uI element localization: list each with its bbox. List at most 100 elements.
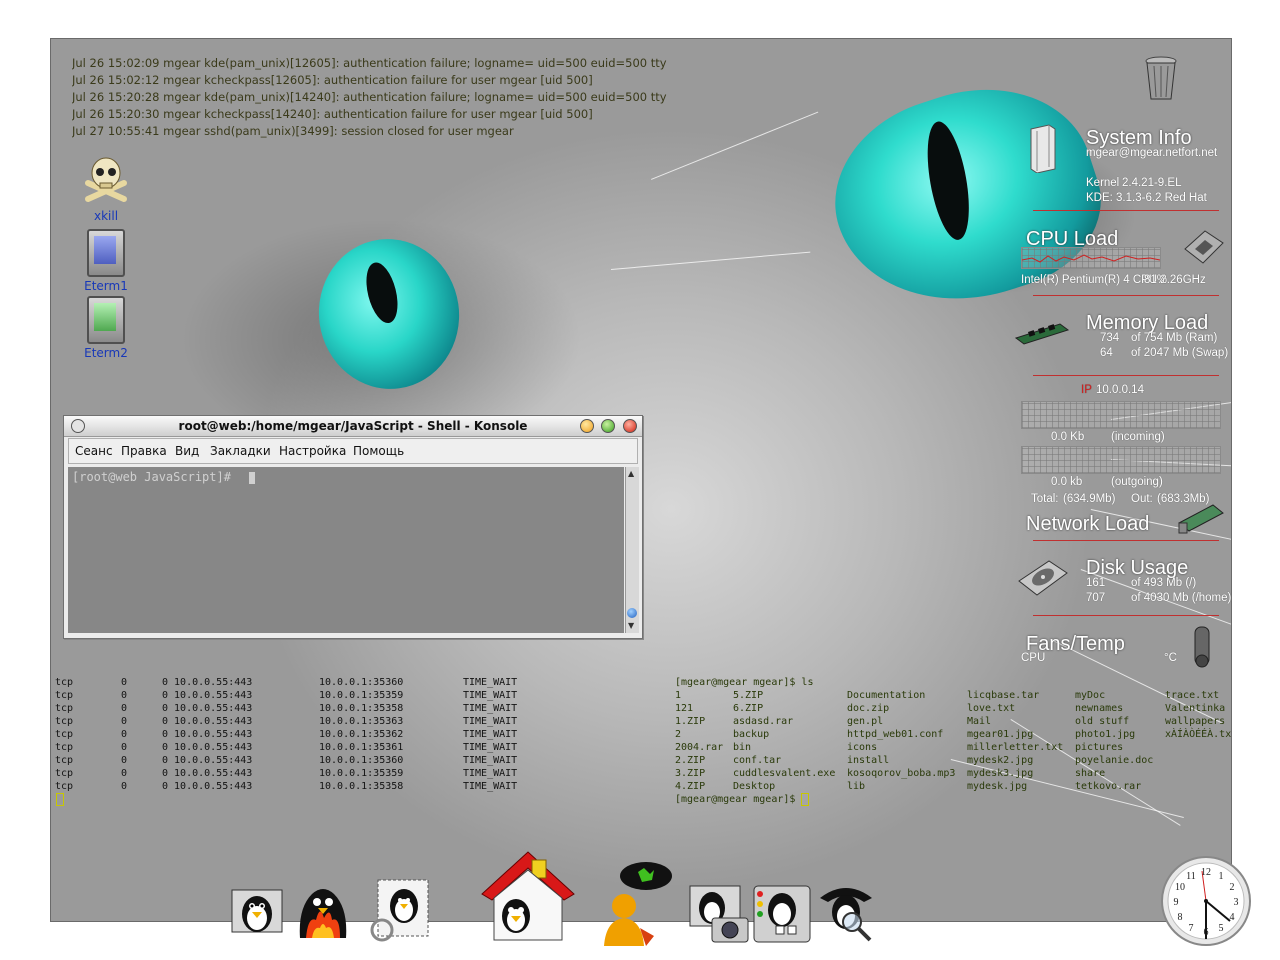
ls-prompt: [mgear@mgear mgear]$ (675, 794, 796, 805)
ls-entry: wallpapers (1165, 716, 1226, 727)
cpu-chip-icon (1184, 230, 1224, 264)
right-cat-eye (810, 58, 1122, 335)
outgoing-graph (1021, 446, 1221, 474)
netstat-cell: 0 (121, 716, 128, 727)
tux-camera-icon[interactable] (688, 884, 750, 944)
close-button[interactable] (623, 419, 637, 433)
netstat-cell: tcp (55, 716, 74, 727)
clock-number: 6 (1204, 927, 1209, 938)
netstat-cell: tcp (55, 742, 74, 753)
desktop[interactable]: Jul 26 15:02:09 mgear kde(pam_unix)[1260… (50, 38, 1232, 922)
ls-entry: icons (847, 742, 878, 753)
netstat-cell: 0 10.0.0.55:443 (162, 690, 253, 701)
scroll-down-icon[interactable]: ▼ (628, 621, 634, 630)
terminal-icon (87, 229, 125, 277)
ls-entry: mgear01.jpg (967, 729, 1034, 740)
desktop-icon-eterm2[interactable]: Eterm2 (71, 296, 141, 360)
ls-entry: mydesk2.jpg (967, 755, 1034, 766)
ls-entry: conf.tar (733, 755, 782, 766)
desktop-icon-xkill[interactable]: xkill (71, 153, 141, 223)
hard-disk-icon (1018, 560, 1068, 596)
ram-used: 734 (1100, 332, 1120, 344)
clock-number: 7 (1189, 923, 1194, 934)
kernel-label: Kernel (1086, 177, 1120, 189)
title-bar[interactable]: root@web:/home/mgear/JavaScript - Shell … (64, 416, 642, 437)
tux-search-icon[interactable] (816, 880, 878, 944)
desktop-icon-eterm1[interactable]: Eterm1 (71, 229, 141, 293)
analog-clock[interactable]: 12 1 2 3 4 5 6 7 8 9 10 11 (1160, 855, 1252, 947)
menu-view[interactable]: Вид (175, 444, 199, 458)
netstat-cell: 0 10.0.0.55:443 (162, 729, 253, 740)
left-cat-eye (309, 229, 469, 399)
menu-settings[interactable]: Настройка (279, 444, 346, 458)
netstat-cell: 0 (121, 742, 128, 753)
trash-icon[interactable] (1143, 55, 1179, 101)
ls-entry: httpd_web01.conf (847, 729, 944, 740)
scroll-up-icon[interactable]: ▲ (628, 469, 634, 478)
shell-prompt: [root@web JavaScript]# (72, 470, 231, 484)
netstat-cell: tcp (55, 729, 74, 740)
menu-session[interactable]: Сеанс (75, 444, 113, 458)
menu-edit[interactable]: Правка (121, 444, 167, 458)
tux-desktop-icon[interactable] (228, 884, 286, 942)
menu-bookmarks[interactable]: Закладки (210, 444, 271, 458)
kopete-icon[interactable] (594, 858, 690, 946)
incoming-rate: 0.0 Kb (1051, 431, 1085, 443)
scrollbar[interactable]: ▲ ▼ (625, 467, 639, 633)
window-title: root@web:/home/mgear/JavaScript - Shell … (178, 419, 528, 433)
maximize-button[interactable] (601, 419, 615, 433)
ls-entry: poyelanie.doc (1075, 755, 1154, 766)
log-line: Jul 26 15:02:12 mgear kcheckpass[12605]:… (72, 73, 593, 87)
menu-bar: Сеанс Правка Вид Закладки Настройка Помо… (68, 438, 638, 464)
netstat-cell: 10.0.0.1:35359 (319, 690, 404, 701)
netstat-cell: tcp (55, 677, 74, 688)
tux-home-icon[interactable] (476, 846, 578, 946)
terminal-icon (87, 296, 125, 344)
temp-unit: °C (1164, 652, 1177, 664)
scroll-handle[interactable] (627, 608, 637, 618)
ls-entry: kosoqorov_boba.mp3 (847, 768, 956, 779)
netstat-cell: tcp (55, 768, 74, 779)
netstat-cell: 0 10.0.0.55:443 (162, 703, 253, 714)
ls-entry: Mail (967, 716, 992, 727)
tux-mail-icon[interactable] (368, 878, 434, 944)
ls-entry: pictures (1075, 742, 1124, 753)
netstat-cell: tcp (55, 703, 74, 714)
ls-entry: backup (733, 729, 770, 740)
netstat-cell: TIME_WAIT (463, 677, 518, 688)
tux-fire-icon[interactable] (292, 880, 354, 942)
netstat-cell: 10.0.0.1:35360 (319, 677, 404, 688)
netstat-cell: 0 (121, 677, 128, 688)
netstat-cell: 0 (121, 768, 128, 779)
clock-number: 1 (1219, 871, 1224, 882)
ls-entry: licqbase.tar (967, 690, 1040, 701)
netstat-cell: 0 10.0.0.55:443 (162, 781, 253, 792)
ls-entry: 2.ZIP (675, 755, 706, 766)
desktop-icon-label: xkill (93, 209, 119, 223)
netstat-cell: TIME_WAIT (463, 690, 518, 701)
clock-number: 5 (1219, 923, 1224, 934)
netstat-cell: 0 (121, 755, 128, 766)
ls-entry: install (847, 755, 890, 766)
minimize-button[interactable] (580, 419, 594, 433)
network-card-icon (1178, 504, 1224, 534)
kernel-version: 2.4.21-9.EL (1122, 177, 1182, 189)
ls-entry: lib (847, 781, 866, 792)
ls-entry: tetkovo.rar (1075, 781, 1142, 792)
ls-entry: old stuff (1075, 716, 1130, 727)
netstat-cell: 10.0.0.1:35360 (319, 755, 404, 766)
ls-entry: 1 (675, 690, 682, 701)
ls-entry: bin (733, 742, 752, 753)
ls-entry: 2004.rar (675, 742, 724, 753)
netstat-cell: 10.0.0.1:35359 (319, 768, 404, 779)
menu-help[interactable]: Помощь (353, 444, 404, 458)
cpu-model: Intel(R) Pentium(R) 4 CPU 2.26GHz (1021, 274, 1206, 286)
network-load-title: Network Load (1026, 513, 1150, 535)
tux-control-icon[interactable] (752, 884, 812, 944)
ls-entry: myDoc (1075, 690, 1106, 701)
terminal-area[interactable]: [root@web JavaScript]# (68, 467, 624, 633)
netstat-cell: TIME_WAIT (463, 768, 518, 779)
outgoing-rate: 0.0 kb (1051, 476, 1083, 488)
konsole-window[interactable]: root@web:/home/mgear/JavaScript - Shell … (63, 415, 643, 639)
out-label: Out: (1131, 493, 1153, 505)
